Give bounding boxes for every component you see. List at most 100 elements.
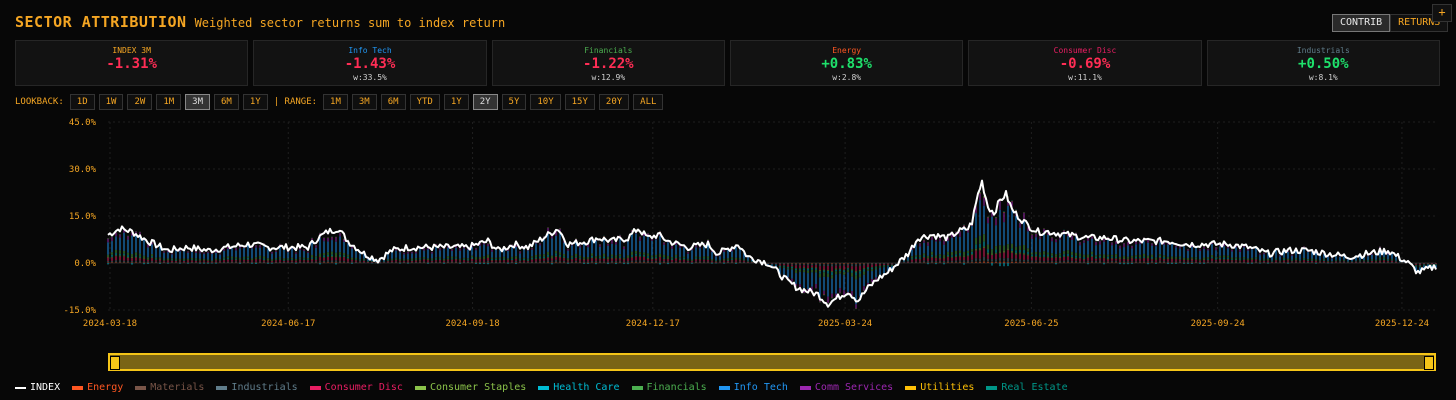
lookback-button-1y[interactable]: 1Y bbox=[242, 94, 268, 110]
sector-bar bbox=[875, 266, 877, 268]
sector-bar bbox=[403, 254, 405, 259]
summary-card[interactable]: Info Tech -1.43% w:33.5% bbox=[253, 40, 487, 86]
sector-bar bbox=[323, 257, 325, 258]
sector-bar bbox=[1075, 236, 1077, 253]
sector-bar bbox=[863, 286, 865, 291]
range-button-10y[interactable]: 10Y bbox=[530, 94, 561, 110]
sector-bar bbox=[915, 258, 917, 260]
sector-bar bbox=[935, 258, 937, 262]
range-button-6m[interactable]: 6M bbox=[380, 94, 406, 110]
sector-bar bbox=[343, 252, 345, 256]
range-button-20y[interactable]: 20Y bbox=[598, 94, 630, 110]
sector-bar bbox=[575, 257, 577, 259]
sector-bar bbox=[1051, 260, 1053, 262]
summary-card[interactable]: INDEX 3M -1.31% bbox=[15, 40, 249, 86]
summary-card[interactable]: Financials -1.22% w:12.9% bbox=[491, 40, 725, 86]
range-button-ytd[interactable]: YTD bbox=[409, 94, 440, 110]
sector-bar bbox=[547, 254, 549, 257]
legend-item[interactable]: Consumer Disc bbox=[309, 382, 403, 393]
sector-bar bbox=[595, 240, 597, 257]
sector-bar bbox=[131, 235, 133, 255]
sector-bar bbox=[555, 250, 557, 254]
range-button-5y[interactable]: 5Y bbox=[501, 94, 527, 110]
range-brush[interactable] bbox=[108, 353, 1436, 371]
x-tick-label: 2025-03-24 bbox=[818, 319, 872, 329]
sector-bar bbox=[847, 263, 849, 264]
lookback-button-1w[interactable]: 1W bbox=[98, 94, 124, 110]
legend-item[interactable]: Info Tech bbox=[718, 382, 788, 393]
range-button-1y[interactable]: 1Y bbox=[443, 94, 469, 110]
sector-bar bbox=[1015, 250, 1017, 253]
sector-bar bbox=[1095, 241, 1097, 246]
sector-bar bbox=[1159, 257, 1161, 259]
sector-bar bbox=[415, 258, 417, 260]
legend-item[interactable]: Energy bbox=[72, 382, 123, 393]
legend-item[interactable]: Utilities bbox=[905, 382, 974, 393]
legend-item[interactable]: Consumer Staples bbox=[414, 382, 526, 393]
sector-bar bbox=[279, 261, 281, 263]
sector-bar bbox=[1343, 262, 1345, 263]
sector-bar bbox=[263, 256, 265, 259]
legend-item[interactable]: Real Estate bbox=[986, 382, 1068, 393]
range-button-all[interactable]: ALL bbox=[633, 94, 664, 110]
lookback-button-1d[interactable]: 1D bbox=[69, 94, 95, 110]
sector-bar bbox=[1043, 257, 1045, 262]
sector-bar bbox=[535, 243, 537, 256]
legend-item[interactable]: INDEX bbox=[15, 382, 60, 393]
legend-item[interactable]: Health Care bbox=[538, 382, 620, 393]
sector-bar bbox=[459, 261, 461, 263]
sector-bar bbox=[355, 257, 357, 260]
add-panel-button[interactable]: + bbox=[1432, 4, 1452, 22]
lookback-button-2w[interactable]: 2W bbox=[127, 94, 153, 110]
sector-bar bbox=[459, 248, 461, 251]
sector-bar bbox=[711, 260, 713, 262]
sector-bar bbox=[547, 260, 549, 262]
sector-bar bbox=[815, 269, 817, 273]
sector-bar bbox=[263, 260, 265, 262]
sector-bar bbox=[1019, 259, 1021, 262]
brush-right-handle[interactable] bbox=[1424, 356, 1434, 370]
attribution-chart[interactable]: 45.0%30.0%15.0%0.0%-15.0%2024-03-18 2024-… bbox=[0, 110, 1456, 340]
sector-bar bbox=[863, 263, 865, 264]
legend-item[interactable]: Comm Services bbox=[799, 382, 893, 393]
range-button-15y[interactable]: 15Y bbox=[564, 94, 595, 110]
sector-bar bbox=[1171, 258, 1173, 260]
summary-card[interactable]: Energy +0.83% w:2.8% bbox=[729, 40, 964, 86]
legend-item[interactable]: Materials bbox=[135, 382, 204, 393]
sector-bar bbox=[1031, 256, 1033, 258]
sector-bar bbox=[127, 252, 129, 256]
sector-bar bbox=[499, 261, 501, 263]
sector-bar bbox=[579, 245, 581, 248]
brush-left-handle[interactable] bbox=[110, 356, 120, 370]
sector-bar bbox=[227, 249, 229, 257]
sector-bar bbox=[1275, 260, 1277, 262]
sector-bar bbox=[295, 258, 297, 261]
range-button-2y[interactable]: 2Y bbox=[472, 94, 498, 110]
sector-bar bbox=[1167, 244, 1169, 257]
sector-bar bbox=[1015, 261, 1017, 263]
sector-bar bbox=[675, 257, 677, 259]
sector-bar bbox=[807, 263, 809, 264]
sector-bar bbox=[543, 260, 545, 263]
contrib-button[interactable]: CONTRIB bbox=[1332, 14, 1391, 32]
sector-bar bbox=[1115, 260, 1117, 263]
range-button-1m[interactable]: 1M bbox=[323, 94, 348, 110]
sector-bar bbox=[927, 242, 929, 246]
sector-bar bbox=[1207, 261, 1209, 263]
summary-card[interactable]: Industrials +0.50% w:8.1% bbox=[1206, 40, 1440, 86]
summary-card[interactable]: Consumer Disc -0.69% w:11.1% bbox=[968, 40, 1202, 86]
legend-label: INDEX bbox=[30, 382, 61, 393]
sector-bar bbox=[155, 248, 157, 258]
sector-bar bbox=[935, 263, 937, 265]
sector-bar bbox=[1319, 261, 1321, 263]
range-button-3m[interactable]: 3M bbox=[351, 94, 377, 110]
lookback-button-6m[interactable]: 6M bbox=[214, 94, 239, 110]
legend-item[interactable]: Industrials bbox=[216, 382, 298, 393]
lookback-button-3m[interactable]: 3M bbox=[185, 94, 210, 110]
sector-bar bbox=[1063, 251, 1065, 255]
sector-bar bbox=[1243, 259, 1245, 260]
lookback-button-1m[interactable]: 1M bbox=[156, 94, 182, 110]
sector-bar bbox=[1203, 263, 1205, 264]
sector-bar bbox=[119, 256, 121, 261]
legend-item[interactable]: Financials bbox=[631, 382, 707, 393]
